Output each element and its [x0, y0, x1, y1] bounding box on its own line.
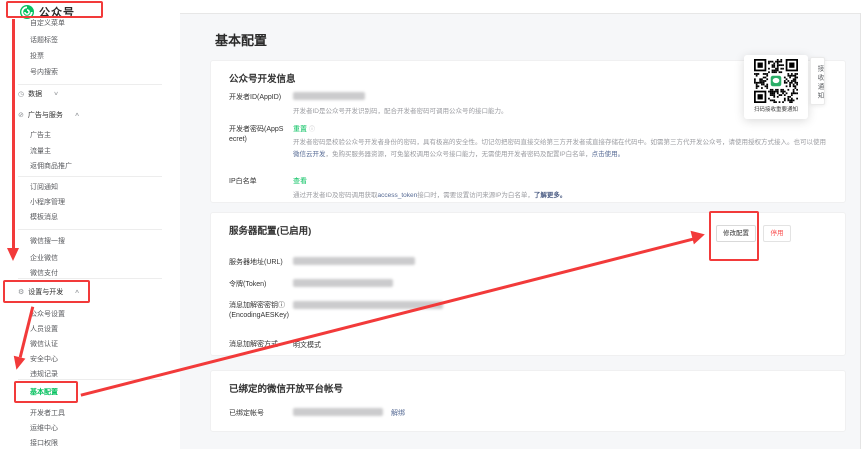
sidebar-divider	[18, 278, 162, 279]
logo-label: 公众号	[39, 4, 75, 20]
sidebar-item-security-center[interactable]: 安全中心	[30, 355, 58, 365]
sidebar-divider	[18, 229, 162, 230]
sidebar-item-basic-config[interactable]: 基本配置	[30, 388, 58, 398]
data-section-icon: ◷	[18, 90, 24, 98]
aes-key-label: 消息加解密密钥ⓘ(EncodingAESKey)	[229, 301, 291, 321]
info-icon: ⓘ	[309, 127, 315, 133]
sidebar-section-settings-dev[interactable]: ⚙ 设置与开发 ∧	[18, 287, 79, 297]
wechat-mp-admin-page: 公众号 自定义菜单 话题标签 投票 号内搜索 ◷ 数据 ∨ ⊘ 广告与服务 ∧ …	[0, 0, 864, 449]
bound-account-redacted	[293, 408, 383, 416]
section-label: 数据	[28, 89, 42, 99]
sidebar-item-custom-menu[interactable]: 自定义菜单	[30, 19, 65, 29]
appsecret-label: 开发者密码(AppSecret)	[229, 125, 287, 145]
chevron-down-icon: ∨	[53, 91, 59, 97]
sidebar-divider	[18, 176, 162, 177]
unbind-link[interactable]: 解绑	[391, 410, 405, 417]
qr-code	[754, 59, 798, 103]
sidebar-item-account-settings[interactable]: 公众号设置	[30, 310, 65, 320]
learn-more-link[interactable]: 了解更多。	[534, 192, 567, 199]
desc-text: 通过开发者ID及密码调用获取	[293, 192, 378, 199]
sidebar-item-api-permissions[interactable]: 接口权限	[30, 439, 58, 449]
server-config-card: 服务器配置(已启用) 修改配置 停用 服务器地址(URL) 令牌(Token) …	[210, 212, 846, 356]
sidebar-divider	[18, 84, 162, 85]
appid-label: 开发者ID(AppID)	[229, 93, 281, 103]
bound-account-card: 已绑定的微信开放平台帐号 已绑定帐号 解绑	[210, 370, 846, 432]
sidebar-item-wechat-verify[interactable]: 微信认证	[30, 340, 58, 350]
section-label: 设置与开发	[28, 287, 63, 297]
reset-link[interactable]: 重置	[293, 126, 307, 133]
card-title: 已绑定的微信开放平台帐号	[229, 381, 343, 395]
section-label: 广告与服务	[28, 110, 63, 120]
appid-value-redacted	[293, 92, 365, 100]
sidebar-item-wechat-search[interactable]: 微信搜一搜	[30, 237, 65, 247]
appid-desc: 开发者ID是公众号开发识别码，配合开发者密码可调用公众号的接口能力。	[293, 106, 508, 118]
server-url-label: 服务器地址(URL)	[229, 258, 283, 268]
disable-button[interactable]: 停用	[763, 225, 791, 242]
click-to-use-link[interactable]: 点击使用。	[592, 151, 625, 158]
card-title: 服务器配置(已启用)	[229, 223, 311, 237]
ads-section-icon: ⊘	[18, 111, 24, 119]
sidebar-section-data[interactable]: ◷ 数据 ∨	[18, 89, 58, 99]
appsecret-desc: 开发者密码是校验公众号开发者身份的密码，具有极高的安全性。切记勿把密码直接交给第…	[293, 137, 829, 161]
token-label: 令牌(Token)	[229, 280, 266, 290]
chevron-up-icon: ∧	[74, 112, 80, 118]
aes-key-redacted	[293, 301, 443, 309]
wechat-mp-logo-icon	[20, 5, 34, 19]
token-redacted	[293, 279, 393, 287]
sidebar-item-traffic-owner[interactable]: 流量主	[30, 147, 51, 157]
server-url-redacted	[293, 257, 415, 265]
cloud-dev-link[interactable]: 微信云开发	[293, 151, 326, 158]
ip-whitelist-label: IP白名单	[229, 177, 257, 187]
desc-text: 开发者密码是校验公众号开发者身份的密码，具有极高的安全性。切记勿把密码直接交给第…	[293, 139, 826, 146]
ip-whitelist-view[interactable]: 查看	[293, 177, 307, 187]
sidebar-item-template-message[interactable]: 模板消息	[30, 213, 58, 223]
bound-account-label: 已绑定帐号	[229, 409, 264, 419]
appsecret-reset-link[interactable]: 重置ⓘ	[293, 125, 315, 135]
card-title: 公众号开发信息	[229, 71, 296, 85]
sidebar-section-ads-services[interactable]: ⊘ 广告与服务 ∧	[18, 110, 79, 120]
sidebar-item-developer-tools[interactable]: 开发者工具	[30, 409, 65, 419]
sidebar-item-rebate-promo[interactable]: 返佣商品推广	[30, 162, 72, 172]
receive-notice-tab[interactable]: 接收通知	[810, 57, 825, 105]
gear-icon: ⚙	[18, 288, 24, 296]
sidebar-item-topic-tags[interactable]: 话题标签	[30, 36, 58, 46]
sidebar-item-vote[interactable]: 投票	[30, 52, 44, 62]
encrypt-mode-label: 消息加解密方式	[229, 340, 278, 350]
view-link[interactable]: 查看	[293, 178, 307, 185]
desc-text: ，免购买服务器资源，可免鉴权调用公众号接口能力，无需使用开发者密码及配置IP白名…	[326, 151, 592, 158]
sidebar-item-ops-center[interactable]: 运维中心	[30, 424, 58, 434]
sidebar-item-staff-settings[interactable]: 人员设置	[30, 325, 58, 335]
sidebar-item-advertiser[interactable]: 广告主	[30, 131, 51, 141]
sidebar-item-inapp-search[interactable]: 号内搜索	[30, 68, 58, 78]
ip-whitelist-desc: 通过开发者ID及密码调用获取access_token接口时，需要设置访问来源IP…	[293, 190, 566, 202]
page-title: 基本配置	[215, 30, 267, 49]
access-token-link[interactable]: access_token	[378, 192, 418, 199]
unbind[interactable]: 解绑	[391, 409, 405, 419]
chevron-up-icon: ∧	[74, 289, 80, 295]
sidebar-item-subscribe-notice[interactable]: 订阅通知	[30, 183, 58, 193]
sidebar-item-wework[interactable]: 企业微信	[30, 254, 58, 264]
modify-config-button[interactable]: 修改配置	[716, 225, 756, 242]
encrypt-mode-value: 明文模式	[293, 340, 321, 350]
page-right-border	[860, 13, 861, 449]
official-account-logo[interactable]: 公众号	[20, 4, 75, 20]
qr-caption: 扫码接收重要通知	[744, 105, 808, 113]
desc-text: 接口时，需要设置访问来源IP为白名单，	[417, 192, 534, 199]
qr-notify-panel: 扫码接收重要通知	[744, 55, 808, 119]
sidebar-divider	[18, 379, 162, 380]
sidebar: 公众号 自定义菜单 话题标签 投票 号内搜索 ◷ 数据 ∨ ⊘ 广告与服务 ∧ …	[0, 0, 180, 449]
sidebar-item-miniprogram-mgmt[interactable]: 小程序管理	[30, 198, 65, 208]
